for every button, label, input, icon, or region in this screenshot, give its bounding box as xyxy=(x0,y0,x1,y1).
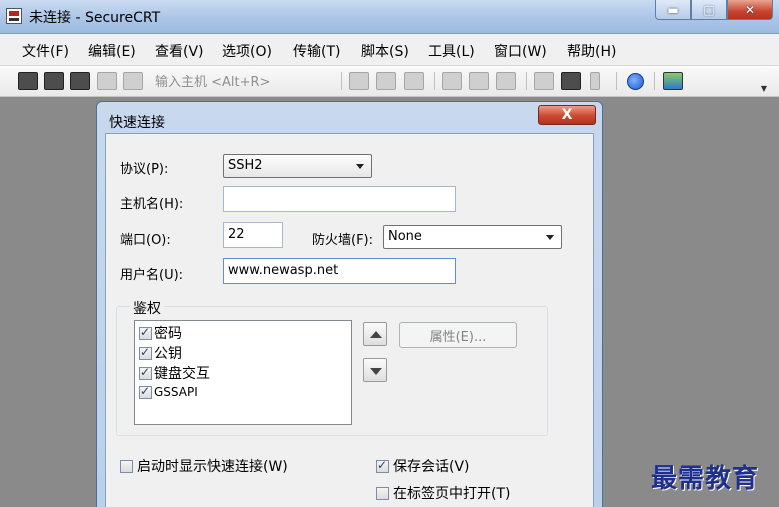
auth-method-label: 公钥 xyxy=(154,346,182,362)
host-input-hint[interactable]: 输入主机 <Alt+R> xyxy=(155,71,270,90)
save-session-option[interactable]: 保存会话(V) xyxy=(376,456,470,476)
menu-view[interactable]: 查看(V) xyxy=(155,41,204,61)
menu-help[interactable]: 帮助(H) xyxy=(567,41,616,61)
chevron-down-icon xyxy=(546,235,554,240)
save-session-checkbox[interactable] xyxy=(376,458,389,473)
toolbar-separator xyxy=(434,72,435,90)
maximize-button[interactable]: □ xyxy=(691,0,727,20)
auth-method-label: GSSAPI xyxy=(154,385,198,399)
auth-method-label: 密码 xyxy=(154,326,182,342)
hostname-input[interactable] xyxy=(223,186,456,212)
authentication-group-title: 鉴权 xyxy=(130,298,164,318)
show-on-startup-label: 启动时显示快速连接(W) xyxy=(137,459,288,475)
protocol-value: SSH2 xyxy=(228,158,263,173)
minimize-button[interactable]: ▬ xyxy=(655,0,691,20)
firewall-select[interactable]: None xyxy=(383,225,562,249)
maximize-icon: □ xyxy=(703,2,715,17)
show-on-startup-checkbox[interactable] xyxy=(120,459,133,473)
menu-transfer[interactable]: 传输(T) xyxy=(293,41,340,61)
minimize-icon: ▬ xyxy=(667,2,679,17)
menu-tools[interactable]: 工具(L) xyxy=(428,41,475,61)
find-icon[interactable] xyxy=(404,72,424,90)
save-session-label: 保存会话(V) xyxy=(393,459,470,475)
open-in-tab-checkbox[interactable] xyxy=(376,486,389,500)
toolbar-separator xyxy=(526,72,527,90)
auth-method-label: 键盘交互 xyxy=(154,366,210,382)
toolbar-separator xyxy=(654,72,655,90)
open-in-tab-option[interactable]: 在标签页中打开(T) xyxy=(376,483,510,503)
close-icon: X xyxy=(561,107,573,123)
checkbox-password[interactable] xyxy=(139,325,152,340)
properties-button[interactable]: 属性(E)... xyxy=(399,322,517,348)
menu-edit[interactable]: 编辑(E) xyxy=(88,41,136,61)
window-titlebar: 未连接 - SecureCRT ▬ □ ✕ xyxy=(0,0,779,34)
dialog-title: 快速连接 xyxy=(109,115,165,131)
quick-connect-icon[interactable] xyxy=(44,72,64,90)
menu-options[interactable]: 选项(O) xyxy=(222,41,272,61)
list-item[interactable]: 公钥 xyxy=(139,344,182,362)
watermark-text: 最需教育 xyxy=(651,464,760,494)
menu-script[interactable]: 脚本(S) xyxy=(361,41,409,61)
list-item[interactable]: 密码 xyxy=(139,324,182,342)
window-title: 未连接 - SecureCRT xyxy=(29,10,161,26)
disconnect-icon[interactable] xyxy=(123,72,143,90)
show-on-startup-option[interactable]: 启动时显示快速连接(W) xyxy=(120,456,288,476)
protocol-label: 协议(P): xyxy=(120,162,169,177)
printer-icon[interactable] xyxy=(496,72,516,90)
securecrt-app-icon[interactable] xyxy=(6,8,22,24)
reconnect-icon[interactable] xyxy=(97,72,117,90)
move-down-button[interactable] xyxy=(363,358,387,382)
firewall-label: 防火墙(F): xyxy=(312,233,374,248)
close-button[interactable]: ✕ xyxy=(727,0,773,20)
session-options-icon[interactable] xyxy=(534,72,554,90)
port-input[interactable]: 22 xyxy=(223,222,283,248)
checkbox-publickey[interactable] xyxy=(139,345,152,360)
global-options-icon[interactable] xyxy=(561,72,581,90)
paste-icon[interactable] xyxy=(376,72,396,90)
print-icon[interactable] xyxy=(442,72,462,90)
port-label: 端口(O): xyxy=(120,233,171,248)
help-icon[interactable] xyxy=(627,73,644,90)
connect-icon[interactable] xyxy=(18,72,38,90)
list-item[interactable]: 键盘交互 xyxy=(139,364,210,382)
chevron-down-icon xyxy=(356,164,364,169)
checkbox-gssapi[interactable] xyxy=(139,384,152,399)
firewall-value: None xyxy=(388,229,422,244)
print-selection-icon[interactable] xyxy=(469,72,489,90)
auth-methods-list[interactable]: 密码 公钥 键盘交互 GSSAPI xyxy=(134,320,352,425)
menu-window[interactable]: 窗口(W) xyxy=(494,41,547,61)
arrow-down-icon xyxy=(370,368,382,375)
arrow-up-icon xyxy=(370,331,382,338)
copy-icon[interactable] xyxy=(349,72,369,90)
menu-bar: 文件(F) 编辑(E) 查看(V) 选项(O) 传输(T) 脚本(S) 工具(L… xyxy=(0,34,779,66)
properties-icon[interactable] xyxy=(663,72,683,90)
open-in-tab-label: 在标签页中打开(T) xyxy=(393,486,511,502)
menu-file[interactable]: 文件(F) xyxy=(22,41,69,61)
keymap-icon[interactable] xyxy=(590,72,600,90)
window-controls: ▬ □ ✕ xyxy=(655,0,773,20)
toolbar: 输入主机 <Alt+R> ▼ xyxy=(0,66,779,97)
username-input[interactable]: www.newasp.net xyxy=(223,258,456,284)
checkbox-keyboard-interactive[interactable] xyxy=(139,365,152,380)
toolbar-separator xyxy=(341,72,342,90)
close-icon: ✕ xyxy=(744,2,756,17)
hostname-label: 主机名(H): xyxy=(120,197,184,212)
username-label: 用户名(U): xyxy=(120,268,184,283)
move-up-button[interactable] xyxy=(363,322,387,346)
toolbar-overflow-icon[interactable]: ▼ xyxy=(761,84,767,93)
list-item[interactable]: GSSAPI xyxy=(139,383,198,401)
dialog-close-button[interactable]: X xyxy=(538,105,596,125)
toolbar-separator xyxy=(616,72,617,90)
protocol-select[interactable]: SSH2 xyxy=(223,154,372,178)
connect-in-tab-icon[interactable] xyxy=(70,72,90,90)
